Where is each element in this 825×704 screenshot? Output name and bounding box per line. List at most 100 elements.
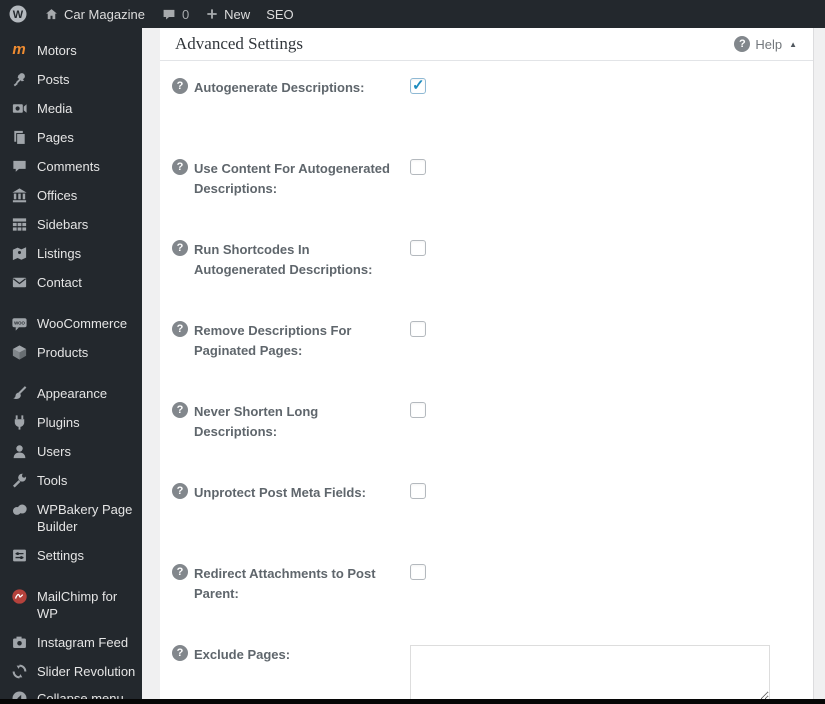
autogenerate-descriptions-checkbox[interactable]	[410, 76, 426, 94]
question-icon[interactable]: ?	[172, 483, 188, 499]
sidebar-menu: m Motors Posts Media Pages Comments Offices Sid…	[0, 36, 142, 686]
sidebar-item-slider-revolution[interactable]: Slider Revolution	[0, 657, 142, 686]
setting-control	[410, 76, 426, 99]
sidebar-item-label: Instagram Feed	[37, 635, 129, 650]
setting-label: Use Content For Autogenerated Descriptio…	[194, 161, 390, 197]
question-icon[interactable]: ?	[172, 564, 188, 580]
new-label: New	[224, 6, 251, 22]
setting-label: Redirect Attachments to Post Parent:	[194, 566, 376, 602]
setting-control	[410, 402, 426, 423]
admin-bar: W Car Magazine 0 New SEO	[0, 0, 825, 28]
never-shorten-long-descriptions-checkbox[interactable]	[410, 402, 426, 418]
plus-icon	[207, 9, 217, 19]
sidebar-item-listings[interactable]: Listings	[0, 239, 142, 268]
sidebar-item-wpbakery-page-builder[interactable]: WPBakery Page Builder	[0, 495, 142, 541]
plugins-icon	[9, 414, 29, 431]
sidebar-item-sidebars[interactable]: Sidebars	[0, 210, 142, 239]
listings-icon	[9, 245, 29, 262]
sidebar-item-offices[interactable]: Offices	[0, 181, 142, 210]
sidebar-item-pages[interactable]: Pages	[0, 123, 142, 152]
settings-form: ? Autogenerate Descriptions:? Use Content …	[160, 61, 813, 704]
use-content-for-autogenerated-descriptions-checkbox[interactable]	[410, 159, 426, 175]
wordpress-icon: W	[9, 5, 27, 23]
sidebar-item-label: Products	[37, 345, 89, 360]
question-icon[interactable]: ?	[172, 645, 188, 661]
posts-icon	[9, 71, 29, 88]
setting-label: Run Shortcodes In Autogenerated Descript…	[194, 242, 373, 278]
setting-label: Never Shorten Long Descriptions:	[194, 404, 319, 440]
sidebar-item-comments[interactable]: Comments	[0, 152, 142, 181]
products-icon	[9, 344, 29, 361]
sidebar-item-label: WooCommerce	[37, 316, 128, 331]
sidebar-item-label: Pages	[37, 130, 74, 145]
sidebar-item-label: Media	[37, 101, 73, 116]
appearance-icon	[9, 385, 29, 402]
setting-row-autogenerate-descriptions: ? Autogenerate Descriptions:	[172, 76, 797, 159]
unprotect-post-meta-fields-checkbox[interactable]	[410, 483, 426, 499]
site-name-link[interactable]: Car Magazine	[36, 0, 153, 28]
remove-descriptions-for-paginated-pages-checkbox[interactable]	[410, 321, 426, 337]
help-toggle[interactable]: ? Help ▲	[734, 36, 797, 52]
redirect-attachments-to-post-parent-checkbox[interactable]	[410, 564, 426, 580]
comments-bubble[interactable]: 0	[153, 0, 197, 28]
question-icon[interactable]: ?	[172, 240, 188, 256]
setting-control	[410, 321, 426, 342]
wp-logo[interactable]: W	[0, 0, 36, 28]
seo-menu-item[interactable]: SEO	[258, 0, 301, 28]
sidebar-item-contact[interactable]: Contact	[0, 268, 142, 297]
sidebar-item-instagram-feed[interactable]: Instagram Feed	[0, 628, 142, 657]
sidebar-item-settings[interactable]: Settings	[0, 541, 142, 570]
users-icon	[9, 443, 29, 460]
setting-control	[410, 564, 426, 585]
setting-row-use-content-for-autogenerated-descriptions: ? Use Content For Autogenerated Descripti…	[172, 159, 797, 240]
setting-row-never-shorten-long-descriptions: ? Never Shorten Long Descriptions:	[172, 402, 797, 483]
setting-row-run-shortcodes-in-autogenerated-descriptions: ? Run Shortcodes In Autogenerated Descrip…	[172, 240, 797, 321]
sidebar-item-mailchimp-for-wp[interactable]: MailChimp for WP	[0, 582, 142, 628]
slider-revolution-icon	[9, 663, 29, 680]
main-content: Advanced Settings ? Help ▲ ? Autogenerate…	[160, 28, 813, 704]
wpbakery-icon	[9, 501, 29, 518]
sidebar-item-media[interactable]: Media	[0, 94, 142, 123]
sidebar-item-label: Listings	[37, 246, 82, 261]
content-header: Advanced Settings ? Help ▲	[160, 28, 813, 61]
new-content-button[interactable]: New	[197, 0, 258, 28]
sidebar-item-label: Plugins	[37, 415, 80, 430]
sidebar-item-plugins[interactable]: Plugins	[0, 408, 142, 437]
setting-control	[410, 240, 426, 261]
sidebar-item-posts[interactable]: Posts	[0, 65, 142, 94]
question-icon[interactable]: ?	[172, 402, 188, 418]
bottom-black-strip	[0, 699, 825, 704]
sidebar-item-label: Motors	[37, 43, 77, 58]
sidebar-item-tools[interactable]: Tools	[0, 466, 142, 495]
sidebar-item-users[interactable]: Users	[0, 437, 142, 466]
setting-control	[410, 645, 770, 704]
sidebar-item-label: Comments	[37, 159, 100, 174]
question-icon[interactable]: ?	[172, 321, 188, 337]
setting-label: Remove Descriptions For Paginated Pages:	[194, 323, 352, 359]
sidebar-item-label: WPBakery Page Builder	[37, 502, 133, 534]
exclude-pages-textarea[interactable]	[410, 645, 770, 701]
question-icon[interactable]: ?	[172, 78, 188, 94]
sidebar-item-label: Offices	[37, 188, 78, 203]
page-title: Advanced Settings	[175, 34, 303, 53]
svg-text:W: W	[13, 9, 24, 21]
sidebars-icon	[9, 216, 29, 233]
sidebar-item-motors[interactable]: m Motors	[0, 36, 142, 65]
tools-icon	[9, 472, 29, 489]
svg-text:WOO: WOO	[14, 321, 25, 326]
run-shortcodes-in-autogenerated-descriptions-checkbox[interactable]	[410, 240, 426, 256]
sidebar-item-label: Settings	[37, 548, 84, 563]
setting-row-redirect-attachments-to-post-parent: ? Redirect Attachments to Post Parent:	[172, 564, 797, 645]
question-icon[interactable]: ?	[172, 159, 188, 175]
pages-icon	[9, 129, 29, 146]
mailchimp-icon	[9, 588, 29, 605]
help-label: Help	[755, 36, 783, 52]
setting-control	[410, 159, 426, 180]
woocommerce-icon: WOO	[9, 315, 29, 332]
setting-label: Unprotect Post Meta Fields:	[194, 485, 366, 500]
sidebar-item-woocommerce[interactable]: WOO WooCommerce	[0, 309, 142, 338]
sidebar-item-label: Contact	[37, 275, 82, 290]
sidebar-item-appearance[interactable]: Appearance	[0, 379, 142, 408]
sidebar-item-products[interactable]: Products	[0, 338, 142, 367]
setting-label: Exclude Pages:	[194, 647, 291, 662]
